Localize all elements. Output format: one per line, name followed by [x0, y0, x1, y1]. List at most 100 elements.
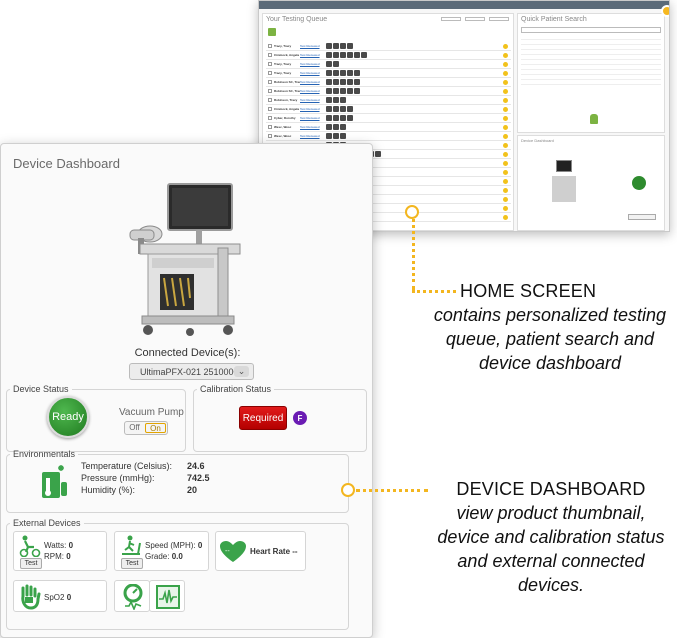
- test-thumbnail-icon[interactable]: [333, 133, 339, 139]
- test-thumbnail-icon[interactable]: [354, 79, 360, 85]
- queue-row-checkbox[interactable]: [268, 98, 272, 102]
- queue-row-link[interactable]: Test Reviewed: [300, 62, 326, 66]
- test-thumbnail-icon[interactable]: [333, 79, 339, 85]
- star-icon[interactable]: [503, 70, 508, 76]
- test-thumbnail-icon[interactable]: [326, 79, 332, 85]
- star-icon[interactable]: [503, 115, 508, 121]
- star-icon[interactable]: [503, 178, 508, 184]
- test-thumbnail-icon[interactable]: [340, 133, 346, 139]
- test-thumbnail-icon[interactable]: [333, 52, 339, 58]
- test-thumbnail-icon[interactable]: [333, 88, 339, 94]
- test-thumbnail-icon[interactable]: [347, 79, 353, 85]
- star-icon[interactable]: [503, 106, 508, 112]
- queue-row-link[interactable]: Test Reviewed: [300, 44, 326, 48]
- queue-row[interactable]: Robinson, TracyTest Reviewed: [266, 96, 511, 105]
- star-icon[interactable]: [503, 187, 508, 193]
- test-thumbnail-icon[interactable]: [340, 52, 346, 58]
- test-thumbnail-icon[interactable]: [347, 43, 353, 49]
- queue-filter-select[interactable]: [465, 17, 485, 21]
- test-thumbnail-icon[interactable]: [340, 43, 346, 49]
- test-thumbnail-icon[interactable]: [326, 133, 332, 139]
- test-thumbnail-icon[interactable]: [326, 106, 332, 112]
- queue-row[interactable]: Tracy, Tracy Test Reviewed: [266, 42, 511, 51]
- queue-row-link[interactable]: Test Reviewed: [300, 71, 326, 75]
- star-icon[interactable]: [503, 61, 508, 67]
- queue-row[interactable]: Robinson SC, Tracy Test Reviewed: [266, 87, 511, 96]
- queue-filter-select[interactable]: [441, 17, 461, 21]
- queue-row[interactable]: Cimmock, Angela Test Reviewed: [266, 51, 511, 60]
- test-thumbnail-icon[interactable]: [326, 70, 332, 76]
- star-icon[interactable]: [503, 169, 508, 175]
- test-thumbnail-icon[interactable]: [326, 52, 332, 58]
- queue-row[interactable]: Tracy, Tracy Test Reviewed: [266, 60, 511, 69]
- add-patient-icon[interactable]: [590, 114, 598, 124]
- star-icon[interactable]: [503, 43, 508, 49]
- queue-row-link[interactable]: Test Reviewed: [300, 80, 326, 84]
- test-thumbnail-icon[interactable]: [326, 97, 332, 103]
- queue-row-link[interactable]: Test Reviewed: [300, 107, 326, 111]
- star-icon[interactable]: [503, 160, 508, 166]
- queue-row-checkbox[interactable]: [268, 44, 272, 48]
- star-icon[interactable]: [503, 196, 508, 202]
- test-thumbnail-icon[interactable]: [326, 43, 332, 49]
- test-thumbnail-icon[interactable]: [347, 52, 353, 58]
- star-icon[interactable]: [503, 88, 508, 94]
- star-icon[interactable]: [503, 133, 508, 139]
- queue-row-link[interactable]: Test Reviewed: [300, 98, 326, 102]
- queue-row[interactable]: Tracy, Tracy Test Reviewed: [266, 69, 511, 78]
- queue-row-link[interactable]: Test Reviewed: [300, 125, 326, 129]
- queue-row[interactable]: Robinson SC, Tracy Test Reviewed: [266, 78, 511, 87]
- queue-row-checkbox[interactable]: [268, 107, 272, 111]
- test-thumbnail-icon[interactable]: [354, 88, 360, 94]
- ecg-tile[interactable]: [149, 580, 185, 612]
- treadmill-test-button[interactable]: Test: [121, 558, 143, 569]
- test-thumbnail-icon[interactable]: [340, 124, 346, 130]
- ergometer-test-button[interactable]: Test: [20, 558, 42, 569]
- test-thumbnail-icon[interactable]: [333, 115, 339, 121]
- queue-filter-select[interactable]: [489, 17, 509, 21]
- test-thumbnail-icon[interactable]: [361, 52, 367, 58]
- queue-row-checkbox[interactable]: [268, 89, 272, 93]
- queue-row-checkbox[interactable]: [268, 116, 272, 120]
- test-thumbnail-icon[interactable]: [340, 70, 346, 76]
- queue-row-checkbox[interactable]: [268, 62, 272, 66]
- test-thumbnail-icon[interactable]: [347, 115, 353, 121]
- queue-row-checkbox[interactable]: [268, 125, 272, 129]
- toggle-on-option[interactable]: On: [145, 423, 166, 433]
- star-icon[interactable]: [503, 214, 508, 220]
- queue-row[interactable]: Cyber, Dorothy Test Reviewed: [266, 114, 511, 123]
- queue-row-link[interactable]: Test Reviewed: [300, 116, 326, 120]
- queue-row[interactable]: Cimmock, Angela Test Reviewed: [266, 105, 511, 114]
- search-row[interactable]: [521, 80, 661, 85]
- test-thumbnail-icon[interactable]: [333, 97, 339, 103]
- test-thumbnail-icon[interactable]: [375, 151, 381, 157]
- vacuum-pump-toggle[interactable]: Off On: [124, 421, 168, 435]
- test-thumbnail-icon[interactable]: [333, 70, 339, 76]
- test-thumbnail-icon[interactable]: [333, 43, 339, 49]
- star-icon[interactable]: [503, 205, 508, 211]
- queue-row-checkbox[interactable]: [268, 80, 272, 84]
- star-icon[interactable]: [503, 142, 508, 148]
- connected-device-select[interactable]: UltimaPFX-021 251000056 ⌄: [129, 363, 254, 380]
- test-thumbnail-icon[interactable]: [326, 88, 332, 94]
- star-icon[interactable]: [503, 124, 508, 130]
- mini-calibration-button[interactable]: [628, 214, 656, 220]
- test-thumbnail-icon[interactable]: [340, 79, 346, 85]
- test-thumbnail-icon[interactable]: [354, 52, 360, 58]
- blood-pressure-tile[interactable]: [114, 580, 150, 612]
- test-thumbnail-icon[interactable]: [340, 88, 346, 94]
- test-thumbnail-icon[interactable]: [354, 70, 360, 76]
- test-thumbnail-icon[interactable]: [347, 88, 353, 94]
- queue-row-checkbox[interactable]: [268, 53, 272, 57]
- test-thumbnail-icon[interactable]: [326, 124, 332, 130]
- queue-row[interactable]: Wesc, Wesc Test Reviewed: [266, 132, 511, 141]
- test-thumbnail-icon[interactable]: [333, 106, 339, 112]
- queue-row[interactable]: Wesc, Wesc Test Reviewed: [266, 123, 511, 132]
- calibration-badge[interactable]: F: [293, 411, 307, 425]
- star-icon[interactable]: [503, 52, 508, 58]
- search-input[interactable]: [521, 27, 661, 33]
- queue-row-checkbox[interactable]: [268, 134, 272, 138]
- test-thumbnail-icon[interactable]: [340, 97, 346, 103]
- queue-row-checkbox[interactable]: [268, 71, 272, 75]
- star-icon[interactable]: [503, 97, 508, 103]
